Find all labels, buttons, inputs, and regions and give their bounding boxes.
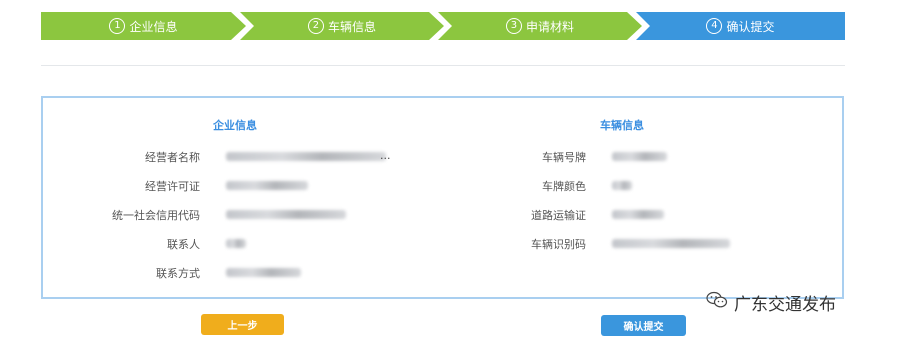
application-review-page: 1 企业信息 2 车辆信息 3 申请材料 4 确认提交 企业信息 经营者名称 .… [0, 0, 900, 345]
transport-permit-value-redacted [612, 210, 664, 219]
step-number-badge: 1 [109, 18, 126, 34]
step-label: 确认提交 [726, 19, 775, 34]
business-license-label: 经营许可证 [145, 180, 200, 193]
transport-permit-label: 道路运输证 [531, 209, 586, 222]
operator-name-label: 经营者名称 [145, 151, 200, 164]
credit-code-label: 统一社会信用代码 [112, 209, 200, 222]
step-company-info[interactable]: 1 企业信息 [41, 12, 246, 40]
step-label: 车辆信息 [327, 19, 376, 34]
step-number-badge: 4 [706, 18, 723, 34]
step-label: 申请材料 [525, 19, 574, 34]
contact-phone-label: 联系方式 [156, 267, 200, 280]
step-number-badge: 3 [505, 18, 522, 34]
vin-value-redacted [612, 239, 730, 248]
business-license-value-redacted [226, 181, 308, 190]
plate-color-value-redacted [612, 181, 632, 190]
plate-number-label: 车辆号牌 [542, 151, 586, 164]
step-vehicle-info[interactable]: 2 车辆信息 [240, 12, 444, 40]
contact-person-value-redacted [226, 239, 246, 248]
step-number-badge: 2 [307, 18, 324, 34]
plate-color-label: 车牌颜色 [542, 180, 586, 193]
operator-name-value-redacted [226, 152, 386, 161]
plate-number-value-redacted [612, 152, 667, 161]
operator-name-ellipsis: ... [380, 149, 391, 162]
header-divider [41, 65, 845, 66]
watermark-text: 广东交通发布 [734, 295, 836, 315]
confirm-submit-button[interactable]: 确认提交 [601, 315, 686, 336]
wechat-icon [706, 291, 734, 314]
step-progress-bar: 1 企业信息 2 车辆信息 3 申请材料 4 确认提交 [41, 12, 845, 40]
contact-person-label: 联系人 [167, 238, 200, 251]
company-section-title: 企业信息 [213, 119, 257, 132]
vin-label: 车辆识别码 [531, 238, 586, 251]
step-confirm-submit[interactable]: 4 确认提交 [636, 12, 845, 40]
summary-panel: 企业信息 经营者名称 ... 经营许可证 统一社会信用代码 联系人 联系方式 车… [41, 96, 844, 299]
contact-phone-value-redacted [226, 268, 301, 277]
previous-step-button[interactable]: 上一步 [201, 314, 284, 335]
step-application-materials[interactable]: 3 申请材料 [438, 12, 642, 40]
vehicle-section-title: 车辆信息 [600, 119, 644, 132]
publisher-watermark: 广东交通发布 [706, 290, 836, 315]
step-label: 企业信息 [129, 19, 178, 34]
credit-code-value-redacted [226, 210, 346, 219]
